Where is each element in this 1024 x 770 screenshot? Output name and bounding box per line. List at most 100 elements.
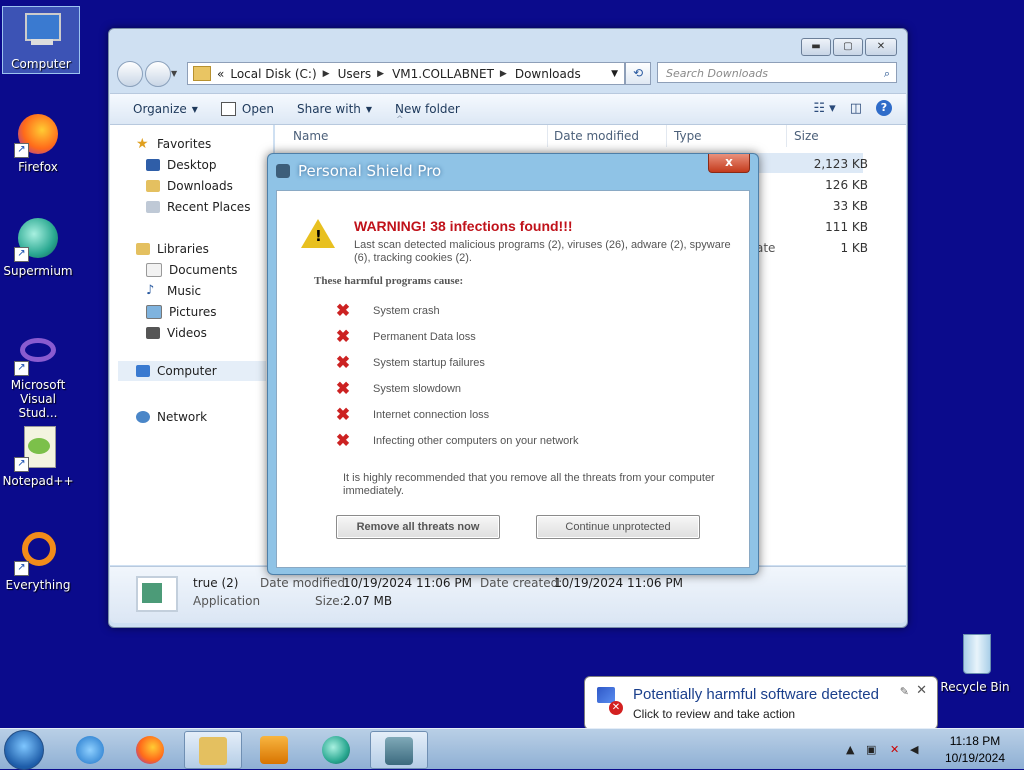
breadcrumb-separator-icon[interactable]: ▶ (500, 69, 507, 79)
desktop-icon-everything[interactable]: ↗ Everything (0, 528, 76, 592)
search-placeholder: Search Downloads (666, 67, 768, 80)
action-center-alert-icon[interactable]: ✕ (890, 743, 899, 756)
volume-icon[interactable]: ◀ (910, 743, 918, 756)
chevron-down-icon: ▼ (365, 104, 373, 114)
file-size: 2,123 KB (813, 157, 868, 171)
nav-downloads[interactable]: Downloads (146, 179, 233, 193)
desktop-icon-recycle-bin[interactable]: Recycle Bin (937, 630, 1013, 694)
nav-favorites[interactable]: ★ Favorites (136, 137, 211, 151)
breadcrumb-downloads[interactable]: Downloads (515, 67, 581, 81)
taskbar-firefox[interactable] (122, 731, 178, 767)
recycle-bin-icon (951, 630, 999, 678)
breadcrumb-local-disk[interactable]: Local Disk (C:) (230, 67, 316, 81)
application-icon (136, 576, 178, 612)
shortcut-arrow-icon: ↗ (14, 247, 29, 262)
recent-pages-dropdown-icon[interactable]: ▼ (171, 69, 179, 78)
close-button[interactable]: ✕ (865, 38, 897, 56)
nav-pictures-label: Pictures (169, 305, 217, 319)
column-header-size[interactable]: Size (794, 129, 819, 143)
taskbar: ▲ ▣ ✕ ◀ 11:18 PM 10/19/2024 (0, 728, 1024, 770)
taskbar-personal-shield-pro[interactable] (370, 731, 428, 769)
details-size: 2.07 MB (343, 594, 393, 608)
back-button[interactable] (117, 61, 143, 87)
column-header-type[interactable]: Type (674, 129, 702, 143)
desktop-icon-notepadpp[interactable]: ↗ Notepad++ (0, 424, 76, 488)
refresh-button[interactable]: ⟲ (625, 62, 651, 85)
notification-title[interactable]: Potentially harmful software detected (633, 686, 879, 703)
nav-computer[interactable]: Computer (118, 361, 266, 381)
desktop-icon (146, 159, 160, 171)
desktop-icon-supermium[interactable]: ↗ Supermium (0, 214, 76, 278)
share-with-button[interactable]: Share with ▼ (297, 102, 372, 116)
nav-recent-places[interactable]: Recent Places (146, 200, 250, 214)
address-dropdown-icon[interactable]: ▼ (611, 69, 618, 79)
start-button[interactable] (4, 730, 44, 770)
search-icon[interactable]: ⌕ (884, 63, 890, 84)
recommendation-text: It is highly recommended that you remove… (343, 472, 715, 497)
shortcut-arrow-icon: ↗ (14, 561, 29, 576)
notification-subtitle[interactable]: Click to review and take action (633, 707, 795, 721)
sort-indicator-icon: ^ (396, 115, 404, 125)
breadcrumb-separator-icon[interactable]: ▶ (323, 69, 330, 79)
nav-videos-label: Videos (167, 326, 207, 340)
maximize-button[interactable]: ▢ (833, 38, 863, 56)
organize-button[interactable]: Organize ▼ (133, 102, 198, 116)
wrench-icon[interactable]: ✎ (900, 685, 909, 698)
nav-desktop[interactable]: Desktop (146, 158, 217, 172)
address-bar[interactable]: « Local Disk (C:) ▶ Users ▶ VM1.COLLABNE… (187, 62, 625, 85)
desktop-icon-visual-studio[interactable]: ↗ Microsoft Visual Stud... (0, 328, 76, 420)
threat-item: ✖ System crash (335, 302, 440, 319)
details-file-name: true (2) (193, 576, 239, 590)
desktop-icon-firefox[interactable]: ↗ Firefox (0, 110, 76, 174)
desktop-icon-computer[interactable]: Computer (2, 6, 80, 74)
star-icon: ★ (136, 136, 149, 152)
breadcrumb-user-folder[interactable]: VM1.COLLABNET (392, 67, 494, 81)
system-clock[interactable]: 11:18 PM 10/19/2024 (935, 733, 1015, 767)
nav-network[interactable]: Network (136, 410, 207, 424)
minimize-button[interactable]: ▬ (801, 38, 831, 56)
open-button[interactable]: Open (220, 102, 274, 116)
threat-item: ✖ Permanent Data loss (335, 328, 476, 345)
new-folder-button[interactable]: New folder (395, 102, 460, 116)
taskbar-media-player[interactable] (246, 731, 302, 767)
breadcrumb-users[interactable]: Users (338, 67, 372, 81)
taskbar-internet-explorer[interactable] (62, 731, 118, 767)
remove-threats-button[interactable]: Remove all threats now (336, 515, 500, 539)
preview-pane-icon[interactable]: ◫ (850, 101, 862, 116)
nav-pictures[interactable]: Pictures (146, 305, 217, 319)
continue-unprotected-button[interactable]: Continue unprotected (536, 515, 700, 539)
search-input[interactable]: Search Downloads ⌕ (657, 62, 897, 83)
column-header-name[interactable]: Name (293, 129, 328, 143)
breadcrumb-separator-icon[interactable]: ▶ (377, 69, 384, 79)
details-file-type: Application (193, 594, 261, 608)
view-options-icon[interactable]: ☷ ▾ (813, 101, 835, 116)
shield-icon (385, 737, 413, 765)
column-divider[interactable] (786, 125, 787, 147)
desktop-icon-label: Recycle Bin (940, 680, 1010, 694)
nav-music[interactable]: ♪ Music (146, 284, 201, 298)
desktop-icon-label: Everything (5, 578, 71, 592)
show-hidden-icons[interactable]: ▲ (846, 743, 854, 756)
share-with-label: Share with (296, 102, 361, 116)
column-divider[interactable] (666, 125, 667, 147)
open-icon (220, 102, 236, 116)
network-tray-icon[interactable]: ▣ (866, 743, 876, 756)
taskbar-supermium[interactable] (308, 731, 364, 767)
help-icon[interactable]: ? (876, 100, 892, 116)
nav-computer-label: Computer (157, 364, 217, 378)
details-date-created-label: Date created: (480, 576, 563, 590)
taskbar-explorer[interactable] (184, 731, 242, 769)
dialog-close-button[interactable]: x (708, 154, 750, 173)
personal-shield-pro-dialog[interactable]: Personal Shield Pro x ! WARNING! 38 infe… (267, 153, 759, 575)
nav-videos[interactable]: Videos (146, 326, 207, 340)
breadcrumb-overflow[interactable]: « (217, 67, 224, 81)
forward-button[interactable] (145, 61, 171, 87)
notification-close-icon[interactable]: ✕ (916, 683, 927, 698)
nav-documents[interactable]: Documents (146, 263, 237, 277)
column-header-date[interactable]: Date modified (554, 129, 639, 143)
column-divider[interactable] (547, 125, 548, 147)
desktop-icon-label: Supermium (3, 264, 73, 278)
shortcut-arrow-icon: ↗ (14, 361, 29, 376)
notification-balloon[interactable]: ✕ Potentially harmful software detected … (584, 676, 938, 739)
nav-libraries[interactable]: Libraries (136, 242, 209, 256)
